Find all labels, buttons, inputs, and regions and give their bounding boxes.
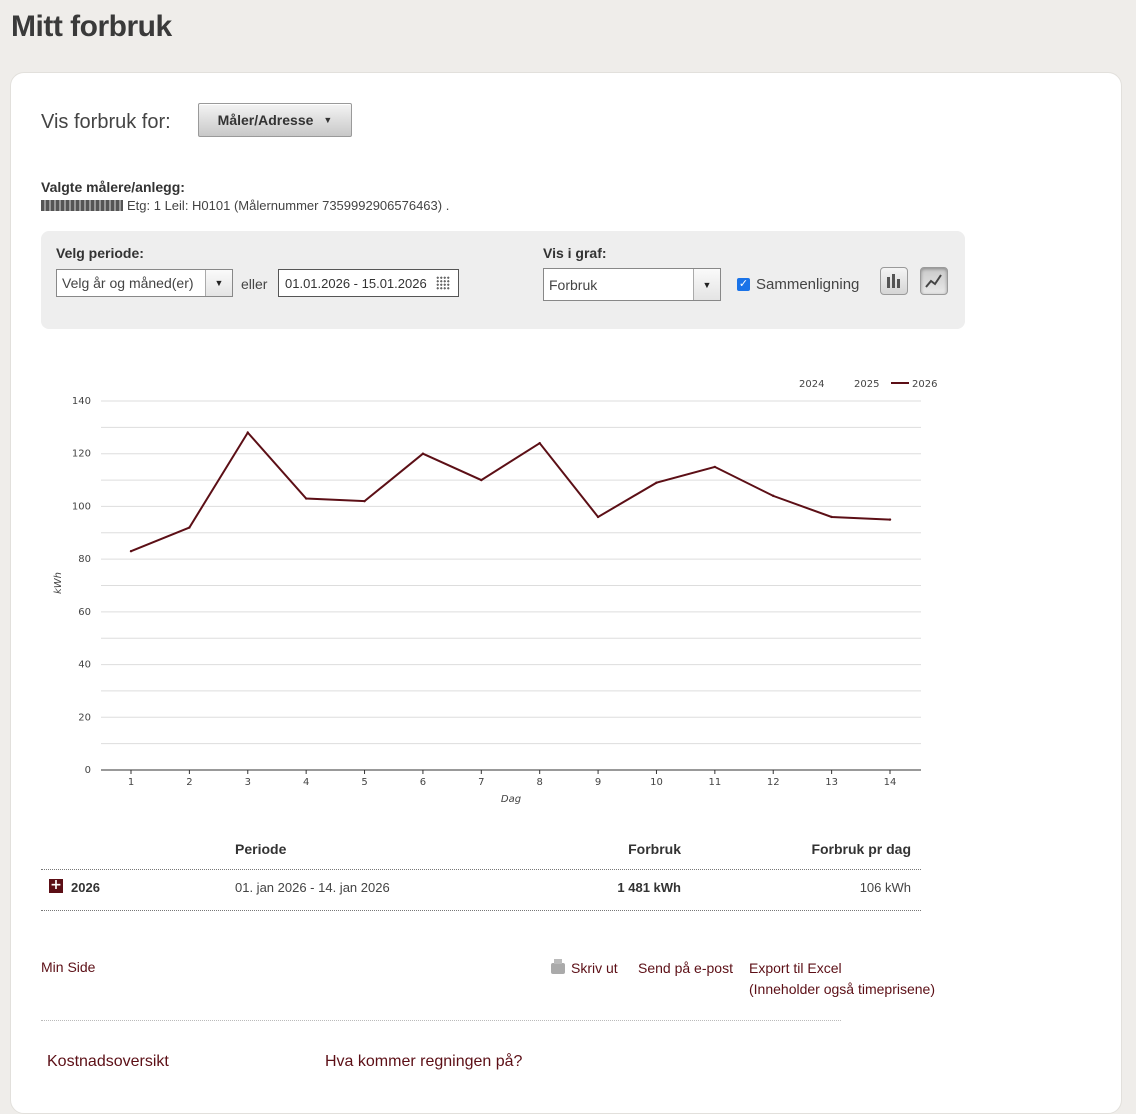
comparison-checkbox[interactable]: ✓	[737, 278, 750, 291]
x-tick-label: 12	[767, 777, 780, 788]
x-tick-label: 3	[245, 777, 251, 788]
x-axis-label: Dag	[501, 794, 521, 805]
line-chart-button[interactable]	[920, 267, 948, 295]
chevron-down-icon: ▼	[323, 115, 333, 125]
y-axis-label: kWh	[53, 572, 64, 594]
line-chart-icon	[925, 274, 942, 288]
data-point	[188, 526, 191, 529]
legend-entry: 2025	[854, 379, 879, 390]
x-tick-label: 8	[537, 777, 543, 788]
selected-meter-info: Etg: 1 Leil: H0101 (Målernummer 73599929…	[41, 198, 449, 213]
expand-plus-icon[interactable]: +	[49, 878, 63, 893]
data-point	[713, 465, 717, 469]
cost-overview-link[interactable]: Kostnadsoversikt	[47, 1053, 169, 1071]
graph-select-value: Forbruk	[549, 276, 598, 293]
y-tick-label: 0	[85, 765, 91, 776]
meter-address-dropdown[interactable]: Måler/Adresse ▼	[198, 103, 352, 137]
data-point	[888, 518, 892, 521]
chevron-down-icon: ▼	[693, 269, 720, 300]
x-tick-label: 10	[650, 777, 663, 788]
row-per-day: 106 kWh	[859, 880, 911, 895]
column-header-per-day: Forbruk pr dag	[811, 841, 911, 857]
comparison-label: Sammenligning	[756, 276, 860, 293]
meter-details: Etg: 1 Leil: H0101 (Målernummer 73599929…	[127, 198, 450, 213]
row-usage: 1 481 kWh	[617, 880, 681, 895]
x-tick-label: 11	[708, 777, 721, 788]
table-divider	[41, 910, 921, 911]
data-point	[596, 515, 600, 519]
page-title: Mitt forbruk	[11, 10, 172, 43]
email-link[interactable]: Send på e-post	[638, 960, 733, 976]
x-tick-label: 6	[420, 777, 426, 788]
data-point	[421, 452, 425, 455]
series-line-2026	[130, 430, 891, 553]
data-point	[830, 515, 833, 519]
meter-dropdown-value: Måler/Adresse	[217, 112, 314, 128]
y-tick-label: 20	[78, 712, 91, 723]
period-select-value: Velg år og måned(er)	[62, 275, 194, 291]
data-point	[655, 481, 658, 484]
bill-info-link[interactable]: Hva kommer regningen på?	[325, 1053, 522, 1071]
print-link[interactable]: Skriv ut	[551, 959, 618, 976]
print-label: Skriv ut	[571, 960, 618, 976]
date-range-value: 01.01.2026 - 15.01.2026	[285, 275, 427, 291]
column-header-period: Periode	[235, 841, 287, 857]
bar-chart-icon	[887, 274, 900, 288]
or-label: eller	[241, 276, 268, 292]
bar-chart-button[interactable]	[880, 267, 908, 295]
y-tick-label: 140	[72, 396, 91, 407]
printer-icon	[551, 959, 565, 974]
x-tick-label: 4	[303, 777, 309, 788]
selected-meters-title: Valgte målere/anlegg:	[41, 179, 185, 195]
period-label: Velg periode:	[56, 245, 144, 261]
redacted-address	[41, 200, 123, 211]
table-divider	[41, 869, 921, 870]
y-tick-label: 60	[78, 607, 91, 618]
data-point	[772, 494, 775, 498]
x-tick-label: 14	[884, 777, 897, 788]
consumption-chart: 0204060801001201401 2 3 4 5 6 7 8 9 10 11 12 13 14Dag…	[53, 379, 937, 805]
x-tick-label: 5	[361, 777, 367, 788]
filter-panel: Velg periode: Velg år og måned(er) ▼ ell…	[41, 231, 965, 329]
legend-entry: 2026	[912, 379, 937, 390]
consumption-card: Vis forbruk for: Måler/Adresse ▼ Valgte …	[10, 72, 1122, 1114]
x-tick-label: 7	[478, 777, 484, 788]
graph-type-select[interactable]: Forbruk ▼	[543, 268, 721, 301]
data-point	[246, 431, 249, 434]
data-point	[129, 550, 133, 553]
period-select[interactable]: Velg år og måned(er) ▼	[56, 269, 233, 297]
legend-entry: 2024	[799, 379, 824, 390]
graph-label: Vis i graf:	[543, 245, 607, 261]
comparison-toggle[interactable]: ✓ Sammenligning	[737, 276, 859, 293]
x-tick-label: 13	[825, 777, 838, 788]
data-point	[538, 441, 541, 445]
x-tick-label: 2	[186, 777, 192, 788]
calendar-icon[interactable]	[436, 276, 450, 290]
section-divider	[41, 1020, 841, 1021]
data-point	[480, 478, 483, 482]
column-header-usage: Forbruk	[628, 841, 681, 857]
y-tick-label: 100	[72, 501, 91, 512]
row-period: 01. jan 2026 - 14. jan 2026	[235, 880, 390, 895]
y-tick-label: 120	[72, 449, 91, 460]
row-year: 2026	[71, 880, 100, 895]
data-point	[363, 499, 366, 503]
excel-note: (Inneholder også timeprisene)	[749, 981, 935, 997]
y-tick-label: 80	[78, 554, 91, 565]
show-usage-label: Vis forbruk for:	[41, 111, 171, 133]
x-tick-label: 9	[595, 777, 601, 788]
x-tick-label: 1	[128, 777, 134, 788]
excel-export-link[interactable]: Export til Excel	[749, 960, 842, 976]
date-range-input[interactable]: 01.01.2026 - 15.01.2026	[278, 269, 459, 297]
chevron-down-icon: ▼	[205, 270, 232, 296]
min-side-link[interactable]: Min Side	[41, 959, 95, 975]
data-point	[304, 497, 308, 500]
y-tick-label: 40	[78, 660, 91, 671]
